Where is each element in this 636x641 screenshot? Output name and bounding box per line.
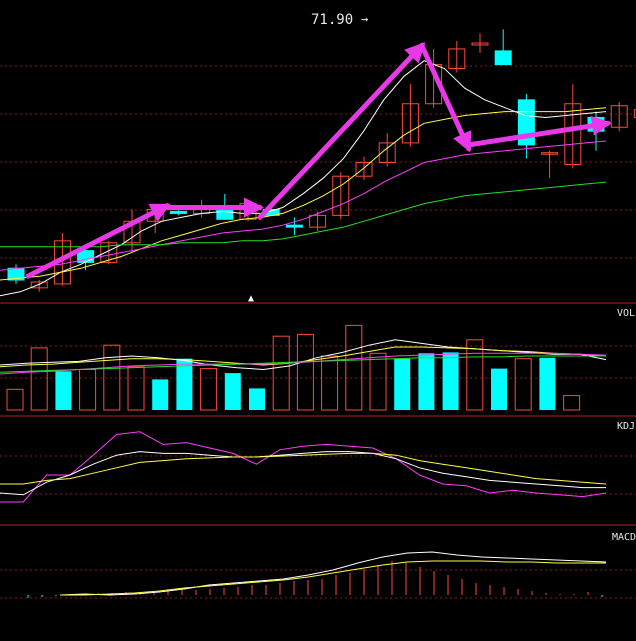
stock-chart: 71.90 → ▲ VOL KDJ MACD xyxy=(0,0,636,637)
candle-body-down xyxy=(285,224,303,228)
chart-background xyxy=(0,0,636,637)
volume-bar-down xyxy=(442,352,459,410)
peak-pointer-icon: → xyxy=(361,12,368,26)
volume-bar-down xyxy=(55,371,72,410)
volume-bar-down xyxy=(394,358,411,410)
volume-bar-down xyxy=(418,353,435,410)
peak-price-label: 71.90 xyxy=(311,12,353,28)
volume-bar-down xyxy=(224,373,241,410)
chart-canvas: 71.90 → ▲ VOL KDJ MACD xyxy=(0,0,636,637)
volume-bar-down xyxy=(249,388,265,410)
candle-body-down xyxy=(494,50,512,66)
date-marker-icon: ▲ xyxy=(248,293,254,304)
kdj-panel-label: KDJ xyxy=(617,421,635,432)
volume-bar-down xyxy=(539,357,556,410)
volume-bar-down xyxy=(152,379,169,410)
macd-panel-label: MACD xyxy=(612,532,636,543)
volume-panel-label: VOL xyxy=(617,308,635,319)
candle-body-down xyxy=(169,210,187,214)
volume-bar-down xyxy=(491,368,507,410)
